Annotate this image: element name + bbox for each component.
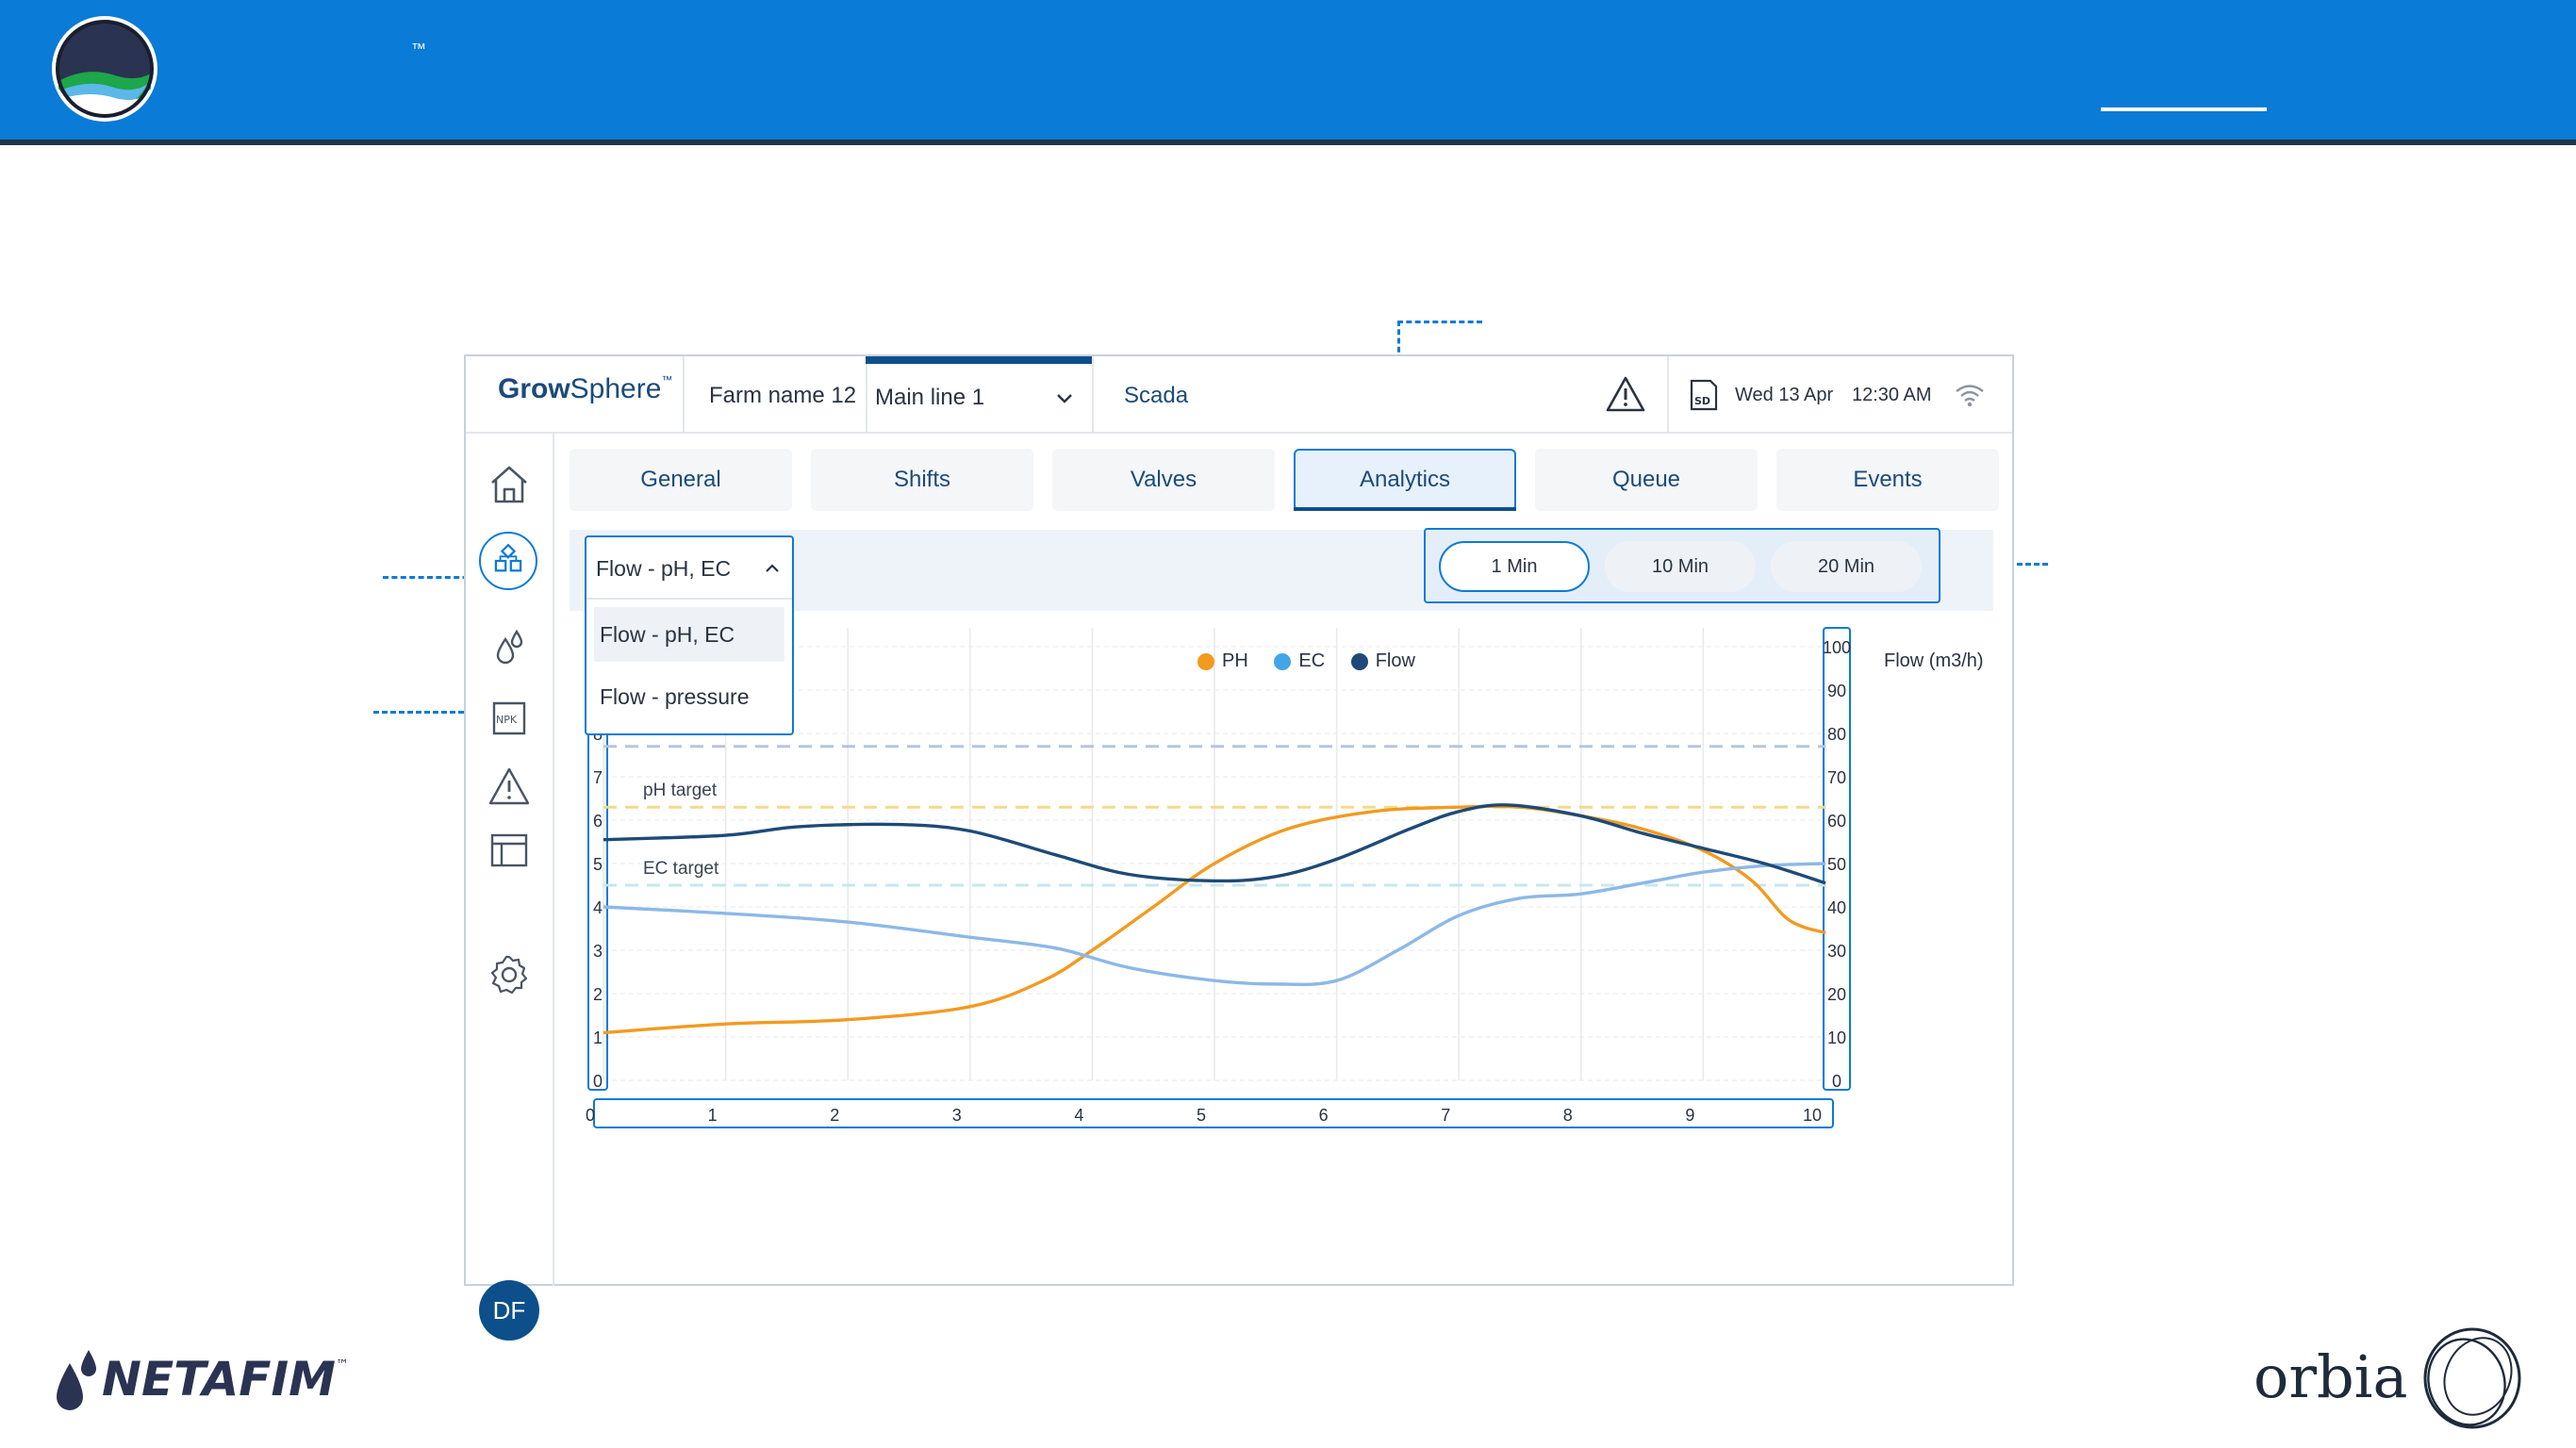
time-interval-selector: 1 Min 10 Min 20 Min <box>1424 528 1940 603</box>
dropdown-option-flow-pressure[interactable]: Flow - pressure <box>600 684 749 710</box>
topbar-divider <box>1667 356 1669 432</box>
x-tick-label: 7 <box>1441 1106 1450 1125</box>
svg-text:NETAFIM: NETAFIM <box>102 1352 336 1407</box>
active-tab-indicator <box>1294 507 1516 511</box>
topbar-divider <box>1092 356 1094 432</box>
y-right-tick-label: 20 <box>1827 985 1846 1004</box>
scada-link[interactable]: Scada <box>1124 383 1188 409</box>
y-left-tick-label: 7 <box>593 768 603 787</box>
y-left-tick-label: 3 <box>593 942 603 961</box>
y-left-tick-label: 2 <box>593 985 603 1004</box>
y-left-tick-label: 6 <box>593 812 603 831</box>
y-right-tick-label: 100 <box>1823 638 1851 657</box>
tab-general[interactable]: General <box>570 449 792 511</box>
dropdown-divider <box>586 598 792 600</box>
banner-shadow <box>0 140 2576 145</box>
y-right-tick-label: 70 <box>1827 768 1846 787</box>
tab-shifts[interactable]: Shifts <box>811 449 1033 511</box>
annotation-line-analytics-horizontal <box>1397 321 1482 323</box>
y-right-tick-label: 50 <box>1827 855 1846 874</box>
chart-legend: PH EC Flow <box>1197 650 1436 676</box>
growsphere-globe-logo <box>52 16 157 122</box>
x-tick-label: 2 <box>830 1106 839 1125</box>
side-navigation: NPK DF <box>466 434 554 1341</box>
current-time: 12:30 AM <box>1852 385 1932 405</box>
x-tick-label: 10 <box>1803 1106 1822 1125</box>
y-left-tick-label: 1 <box>593 1028 603 1047</box>
farm-name[interactable]: Farm name 12 <box>709 383 856 409</box>
fertigation-drops-icon[interactable] <box>487 624 532 669</box>
svg-text:SD: SD <box>1694 395 1710 407</box>
banner-trademark: ™ <box>411 41 426 58</box>
interval-1-min-button[interactable]: 1 Min <box>1439 541 1590 592</box>
x-tick-label: 0 <box>586 1106 595 1125</box>
table-icon[interactable] <box>487 828 532 873</box>
warning-icon[interactable] <box>1605 375 1646 413</box>
netafim-logo: NETAFIM ™ <box>57 1350 349 1410</box>
top-banner <box>0 0 2576 140</box>
x-tick-label: 3 <box>952 1106 962 1125</box>
interval-20-min-button[interactable]: 20 Min <box>1771 541 1922 592</box>
home-icon[interactable] <box>487 462 532 507</box>
svg-text:NPK: NPK <box>496 714 518 726</box>
legend-item-ph[interactable]: PH <box>1197 650 1248 672</box>
interval-10-min-button[interactable]: 10 Min <box>1605 541 1756 592</box>
y-left-tick-label: 4 <box>593 898 603 917</box>
app-screen: GrowSphere™ Farm name 12 Main line 1 Sca… <box>464 354 2014 1341</box>
app-brand: GrowSphere™ <box>498 373 673 404</box>
y-right-tick-label: 90 <box>1827 682 1846 700</box>
banner-link-underline <box>2101 107 2267 111</box>
x-tick-label: 4 <box>1074 1106 1083 1125</box>
reference-line-label: pH target <box>643 781 718 800</box>
annotation-line-sidebar <box>383 576 477 579</box>
alerts-icon[interactable] <box>487 764 532 809</box>
sd-card-icon: SD <box>1690 379 1718 411</box>
dosing-units-icon <box>494 543 522 572</box>
x-tick-label: 8 <box>1563 1106 1573 1125</box>
chevron-down-icon <box>1057 394 1072 403</box>
main-line-selector[interactable]: Main line 1 <box>866 356 1092 432</box>
tab-analytics[interactable]: Analytics <box>1294 449 1516 511</box>
orbia-logo: orbia <box>2254 1327 2521 1429</box>
x-tick-label: 9 <box>1685 1106 1694 1125</box>
current-date: Wed 13 Apr <box>1735 385 1834 405</box>
y-left-tick-label: 0 <box>593 1072 603 1091</box>
y-right-tick-label: 10 <box>1827 1028 1846 1047</box>
reference-line-label: EC target <box>643 859 719 879</box>
x-tick-label: 6 <box>1319 1106 1329 1125</box>
x-axis-box <box>593 1098 1834 1128</box>
dropdown-option-flow-ph-ec[interactable]: Flow - pH, EC <box>594 607 784 662</box>
wifi-icon <box>1956 385 1984 407</box>
svg-text:orbia: orbia <box>2254 1342 2407 1411</box>
user-avatar[interactable]: DF <box>479 1280 539 1341</box>
y-left-tick-label: 5 <box>593 855 603 874</box>
legend-item-flow[interactable]: Flow <box>1350 650 1415 672</box>
tab-events[interactable]: Events <box>1776 449 1999 511</box>
y-right-tick-label: 0 <box>1832 1072 1841 1091</box>
svg-text:™: ™ <box>336 1358 349 1373</box>
y-right-tick-label: 30 <box>1827 942 1846 961</box>
npk-icon[interactable]: NPK <box>487 696 532 741</box>
tab-valves[interactable]: Valves <box>1052 449 1275 511</box>
y-right-tick-label: 40 <box>1827 898 1846 917</box>
topbar-divider <box>683 356 685 432</box>
x-tick-label: 5 <box>1197 1106 1206 1125</box>
legend-item-ec[interactable]: EC <box>1274 650 1325 672</box>
y-right-tick-label: 60 <box>1827 812 1846 831</box>
x-tick-label: 1 <box>708 1106 718 1125</box>
chart-type-dropdown[interactable]: Flow - pH, EC Flow - pH, EC Flow - press… <box>585 535 794 735</box>
settings-icon[interactable] <box>487 952 532 997</box>
tab-queue[interactable]: Queue <box>1535 449 1758 511</box>
main-line-label: Main line 1 <box>875 385 985 410</box>
dropdown-selected-value: Flow - pH, EC <box>596 556 732 581</box>
dosing-units-nav-button[interactable] <box>479 532 537 590</box>
chevron-up-icon[interactable] <box>762 558 783 579</box>
app-top-bar: GrowSphere™ Farm name 12 Main line 1 Sca… <box>466 356 2012 434</box>
right-axis-label: Flow (m3/h) <box>1884 650 1984 671</box>
y-right-tick-label: 80 <box>1827 725 1846 744</box>
